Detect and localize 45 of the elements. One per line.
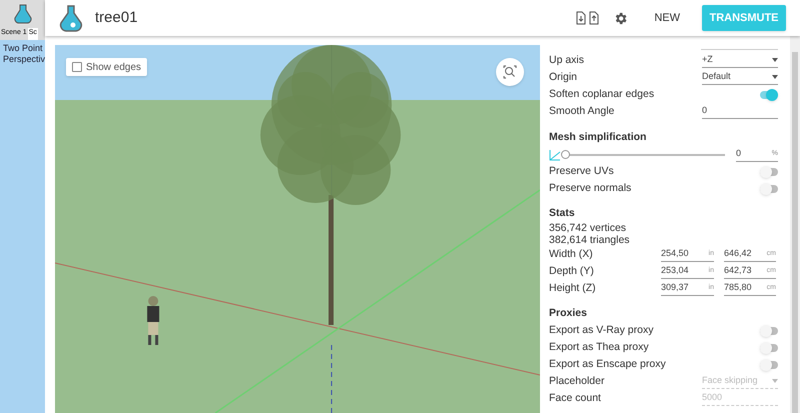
select-field[interactable]: +Z (702, 54, 778, 68)
caret-icon (772, 58, 778, 62)
scene-name: Two Point (3, 43, 44, 54)
caret-icon (772, 75, 778, 79)
curve-icon (549, 148, 561, 160)
stats-text: 356,742 vertices (549, 222, 628, 234)
toggle-switch[interactable] (760, 342, 778, 354)
setting-label: Soften coplanar edges (549, 86, 654, 102)
setting-label: Export as V-Ray proxy (549, 322, 654, 338)
stats-text: 382,614 triangles (549, 234, 631, 246)
setting-label: Face count (549, 390, 601, 406)
toggle-switch[interactable] (760, 182, 778, 194)
setting-label: Preserve UVs (549, 164, 614, 179)
show-edges-checkbox[interactable]: Show edges (66, 58, 148, 76)
settings-icon[interactable] (613, 10, 628, 26)
scrollbar[interactable] (790, 36, 800, 413)
setting-label: Export as Enscape proxy (549, 356, 666, 372)
toggle-switch[interactable] (760, 324, 778, 336)
setting-label: Smooth Angle (549, 104, 614, 119)
dimension-label: Depth (Y) (549, 264, 595, 279)
scene-name: Perspectiv (3, 54, 45, 65)
section-heading: Mesh simplification (549, 130, 648, 145)
3d-viewport[interactable]: Show edges (55, 45, 540, 413)
flask-icon (14, 4, 32, 24)
dimension-label: Height (Z) (549, 280, 597, 296)
file-export-icon[interactable] (589, 11, 600, 25)
document-title: tree01 (95, 8, 138, 28)
section-heading: Proxies (549, 306, 588, 321)
select-field[interactable]: Default (702, 70, 778, 84)
input-field[interactable]: 0 (702, 104, 778, 118)
setting-label: Export as Thea proxy (549, 340, 649, 355)
setting-label: Placeholder (549, 374, 604, 389)
setting-label: Preserve normals (549, 180, 632, 196)
new-button[interactable]: NEW (648, 6, 686, 30)
toggle-switch[interactable] (760, 88, 778, 100)
section-heading: Stats (549, 206, 576, 221)
file-import-icon[interactable] (576, 11, 586, 25)
setting-label: Up axis (549, 52, 584, 68)
setting-label: Origin (549, 70, 578, 85)
flask-logo-icon (59, 4, 83, 32)
dimension-label: Width (X) (549, 246, 594, 262)
search-icon (503, 65, 517, 79)
toggle-switch[interactable] (760, 358, 778, 370)
toggle-switch[interactable] (760, 166, 778, 178)
caret-icon (772, 379, 778, 383)
